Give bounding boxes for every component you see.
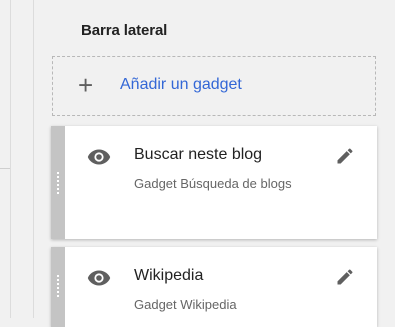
gadget-title: Wikipedia — [134, 267, 204, 284]
left-panel-divider — [0, 168, 10, 169]
eye-icon[interactable] — [87, 148, 111, 166]
drag-dots-icon — [55, 172, 61, 194]
gadget-card-search[interactable]: Buscar neste blog Gadget Búsqueda de blo… — [51, 126, 377, 239]
plus-icon: + — [78, 70, 94, 100]
drag-dots-icon — [55, 275, 61, 297]
panel-divider — [33, 0, 34, 318]
eye-icon[interactable] — [87, 269, 111, 287]
section-title: Barra lateral — [81, 22, 168, 39]
gadget-card-wikipedia[interactable]: Wikipedia Gadget Wikipedia — [51, 247, 377, 327]
pencil-icon[interactable] — [335, 146, 355, 166]
add-gadget-label[interactable]: Añadir un gadget — [120, 76, 242, 94]
gadget-title: Buscar neste blog — [134, 146, 263, 163]
gadget-subtitle: Gadget Búsqueda de blogs — [134, 176, 292, 191]
drag-handle[interactable] — [51, 247, 65, 327]
drag-handle[interactable] — [51, 126, 65, 239]
add-gadget-button[interactable]: + Añadir un gadget — [52, 56, 376, 116]
gadget-subtitle: Gadget Wikipedia — [134, 297, 237, 312]
pencil-icon[interactable] — [335, 267, 355, 287]
left-panel-edge — [0, 0, 11, 318]
